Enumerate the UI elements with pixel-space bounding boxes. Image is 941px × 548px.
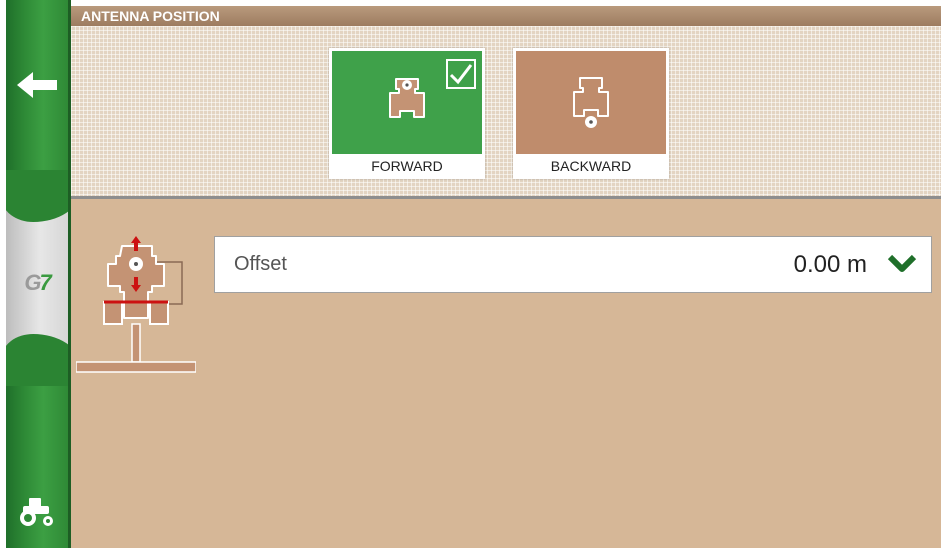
offset-value: 0.00 m (793, 251, 867, 278)
antenna-offset-diagram (75, 232, 197, 379)
selected-checkmark (446, 59, 476, 89)
forward-option[interactable]: FORWARD (329, 48, 485, 179)
arrow-left-icon (17, 72, 57, 98)
back-button[interactable] (6, 60, 68, 110)
backward-label: BACKWARD (550, 158, 632, 174)
chevron-down-icon[interactable] (887, 253, 917, 280)
g7-logo: G7 (24, 270, 51, 295)
offset-label: Offset (234, 253, 287, 275)
check-icon (449, 64, 473, 85)
side-rail: G7 (6, 0, 68, 548)
tractor-button[interactable] (6, 486, 68, 536)
backward-image (516, 51, 666, 154)
g7-logo-button[interactable]: G7 (6, 258, 68, 308)
offset-field[interactable]: Offset 0.00 m (214, 236, 932, 293)
tractor-icon (20, 498, 53, 526)
page-title: ANTENNA POSITION (71, 6, 941, 26)
forward-image (332, 51, 482, 154)
option-panel (71, 26, 941, 197)
forward-label: FORWARD (371, 158, 443, 174)
tractor-top-backward-icon (573, 76, 609, 128)
tractor-offset-icon (75, 236, 197, 373)
tractor-top-forward-icon (389, 77, 425, 118)
backward-option[interactable]: BACKWARD (513, 48, 669, 179)
